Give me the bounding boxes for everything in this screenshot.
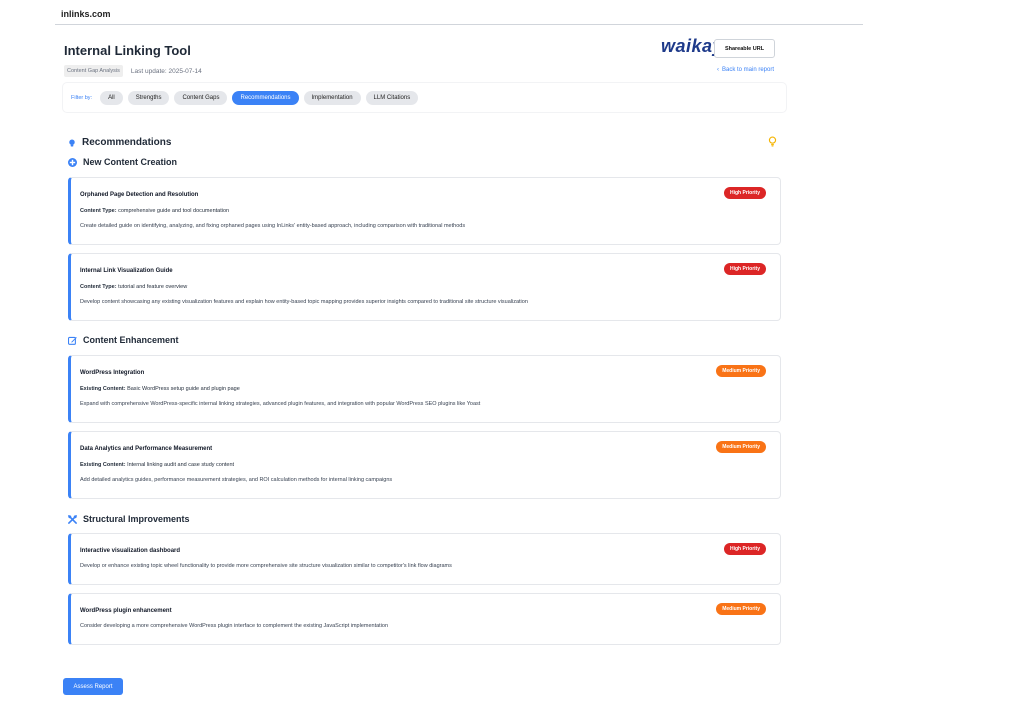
lightbulb-outline-icon[interactable] xyxy=(768,136,777,147)
card-meta: Content Type: comprehensive guide and to… xyxy=(80,208,229,214)
meta-value: Internal linking audit and case study co… xyxy=(127,462,235,468)
lightbulb-icon xyxy=(69,138,75,147)
filter-label: Filter by: xyxy=(71,94,93,101)
recommendation-card: Data Analytics and Performance Measureme… xyxy=(68,431,781,499)
priority-badge: High Priority xyxy=(723,263,766,275)
filter-chip-strengths[interactable]: Strengths xyxy=(127,90,170,105)
back-to-main-report-link[interactable]: ‹ Back to main report xyxy=(717,67,774,73)
card-title: Internal Link Visualization Guide xyxy=(80,268,173,274)
card-description: Develop content showcasing any existing … xyxy=(80,299,528,305)
meta-label: Existing Content: xyxy=(80,386,126,392)
plus-circle-icon xyxy=(68,157,77,167)
priority-badge: Medium Priority xyxy=(716,603,766,615)
filter-chip-recommendations[interactable]: Recommendations xyxy=(232,90,299,105)
shareable-url-button[interactable]: Shareable URL xyxy=(714,39,775,58)
recommendation-card: WordPress Integration Existing Content: … xyxy=(68,355,781,423)
card-description: Develop or enhance existing topic wheel … xyxy=(80,563,452,569)
card-title: Data Analytics and Performance Measureme… xyxy=(80,446,213,452)
priority-badge: High Priority xyxy=(723,543,766,555)
site-name[interactable]: inlinks.com xyxy=(61,9,111,19)
back-link-label: Back to main report xyxy=(722,67,775,73)
filter-chip-implementation[interactable]: Implementation xyxy=(303,90,361,105)
card-title: WordPress plugin enhancement xyxy=(80,608,172,614)
card-description: Expand with comprehensive WordPress-spec… xyxy=(80,401,481,407)
site-bar: inlinks.com xyxy=(55,0,863,25)
meta-value: tutorial and feature overview xyxy=(118,284,188,290)
recommendation-card: Orphaned Page Detection and Resolution C… xyxy=(68,177,781,245)
meta-label: Content Type: xyxy=(80,208,117,214)
recommendation-card: Internal Link Visualization Guide Conten… xyxy=(68,253,781,321)
card-meta: Existing Content: Basic WordPress setup … xyxy=(80,386,240,392)
new-content-creation-heading: New Content Creation xyxy=(68,157,177,167)
edit-icon xyxy=(68,336,77,345)
card-title: Orphaned Page Detection and Resolution xyxy=(80,192,199,198)
section-title: Recommendations xyxy=(82,137,172,148)
recommendations-heading: Recommendations xyxy=(68,137,171,148)
card-description: Add detailed analytics guides, performan… xyxy=(80,477,393,483)
card-meta: Content Type: tutorial and feature overv… xyxy=(80,284,187,290)
filter-chip-all[interactable]: All xyxy=(100,90,123,105)
recommendation-card: WordPress plugin enhancement Consider de… xyxy=(68,593,781,645)
card-description: Consider developing a more comprehensive… xyxy=(80,623,389,629)
meta-value: Basic WordPress setup guide and plugin p… xyxy=(127,386,240,392)
subsection-title: Content Enhancement xyxy=(83,335,179,345)
analysis-tag: Content Gap Analysis xyxy=(64,65,123,77)
filter-bar: Filter by: All Strengths Content Gaps Re… xyxy=(63,83,786,112)
priority-badge: Medium Priority xyxy=(716,365,766,377)
meta-value: comprehensive guide and tool documentati… xyxy=(118,208,230,214)
recommendation-card: Interactive visualization dashboard Deve… xyxy=(68,533,781,585)
last-update: Last update: 2025-07-14 xyxy=(130,67,202,75)
filter-chip-content-gaps[interactable]: Content Gaps xyxy=(174,90,228,105)
chevron-left-icon: ‹ xyxy=(717,67,719,73)
priority-badge: High Priority xyxy=(723,187,766,199)
card-meta: Existing Content: Internal linking audit… xyxy=(80,462,234,468)
meta-label: Content Type: xyxy=(80,284,117,290)
content-enhancement-heading: Content Enhancement xyxy=(68,335,179,345)
filter-chip-llm-citations[interactable]: LLM Citations xyxy=(365,90,419,105)
subsection-title: New Content Creation xyxy=(83,157,178,167)
page-subline: Content Gap Analysis Last update: 2025-0… xyxy=(64,65,202,77)
priority-badge: Medium Priority xyxy=(716,441,766,453)
structural-improvements-heading: Structural Improvements xyxy=(68,514,190,524)
assess-report-button[interactable]: Assess Report xyxy=(63,678,123,695)
meta-label: Existing Content: xyxy=(80,462,126,468)
card-title: Interactive visualization dashboard xyxy=(80,548,181,554)
card-description: Create detailed guide on identifying, an… xyxy=(80,223,466,229)
card-title: WordPress Integration xyxy=(80,370,145,376)
page-title: Internal Linking Tool xyxy=(64,43,191,58)
tools-icon xyxy=(68,514,77,524)
subsection-title: Structural Improvements xyxy=(83,514,190,524)
